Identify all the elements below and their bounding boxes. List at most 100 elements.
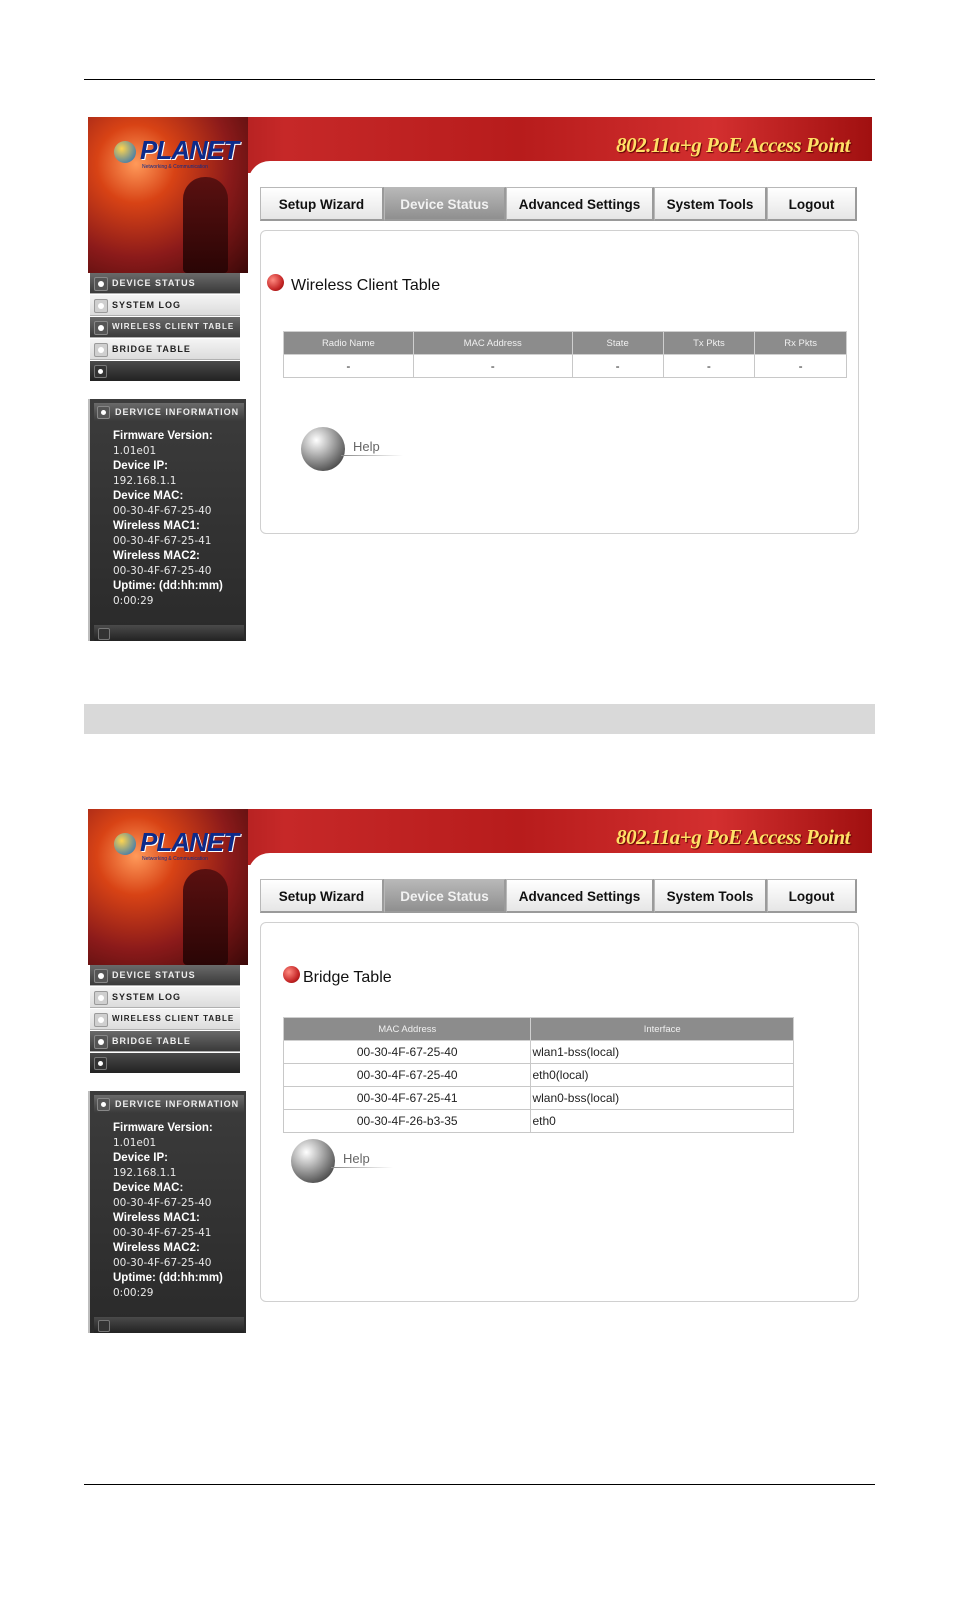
wireless-mac2-label: Wireless MAC2: [113, 550, 200, 562]
uptime-label: Uptime: (dd:hh:mm) [113, 580, 223, 592]
logo-name: PLANET [140, 827, 239, 857]
column-header: Interface [530, 1017, 794, 1041]
sidebar-item-device-status[interactable]: Device Status [90, 273, 240, 294]
firmware-version-value: 1.01e01 [113, 445, 157, 457]
globe-icon [114, 833, 136, 855]
wireless-mac2-value: 00-30-4F-67-25-40 [113, 565, 212, 577]
device-mac-value: 00-30-4F-67-25-40 [113, 505, 212, 517]
sidebar-item-bridge-table[interactable]: Bridge Table [90, 339, 240, 360]
bullet-icon [94, 343, 108, 357]
table-cell: 00-30-4F-67-25-40 [282, 1063, 532, 1087]
tab-advanced-settings[interactable]: Advanced Settings [506, 187, 654, 221]
device-mac-value: 00-30-4F-67-25-40 [113, 1197, 212, 1209]
device-information-body: Firmware Version: 1.01e01 Device IP: 192… [113, 429, 223, 609]
bullet-icon [94, 1057, 107, 1070]
globe-icon [114, 141, 136, 163]
help-ball-icon [291, 1139, 335, 1183]
device-information-header: Dervice Information [94, 403, 244, 421]
section-heading-bar [84, 704, 875, 734]
bullet-icon [94, 991, 108, 1005]
sidebar-item-device-status[interactable]: Device Status [90, 965, 240, 986]
planet-logo: PLANET Networking & Communication [110, 133, 239, 173]
person-image [183, 177, 228, 273]
bullet-icon [94, 1013, 108, 1027]
table-cell: - [754, 354, 847, 378]
sidebar-item-system-log[interactable]: System Log [90, 295, 240, 316]
wireless-mac1-value: 00-30-4F-67-25-41 [113, 535, 212, 547]
device-information-panel: Dervice Information Firmware Version: 1.… [88, 399, 246, 641]
firmware-version-value: 1.01e01 [113, 1137, 157, 1149]
table-cell: wlan1-bss(local) [530, 1040, 794, 1064]
product-title: 802.11a+g PoE Access Point [616, 133, 850, 157]
device-ip-value: 192.168.1.1 [113, 1167, 177, 1179]
column-header: MAC Address [282, 1017, 532, 1041]
table-row: - - - - - [283, 354, 847, 378]
table-cell: - [283, 354, 414, 378]
help-label: Help [353, 439, 380, 454]
sidebar-item-label: Bridge Table [112, 344, 191, 354]
table-row: 00-30-4F-26-b3-35 eth0 [282, 1109, 794, 1133]
tab-advanced-settings[interactable]: Advanced Settings [506, 879, 654, 913]
help-underline [331, 1167, 393, 1168]
device-information-footer [94, 1317, 244, 1333]
device-information-footer [94, 625, 244, 641]
tab-setup-wizard[interactable]: Setup Wizard [260, 879, 384, 913]
help-label: Help [343, 1151, 370, 1166]
table-cell: - [412, 354, 573, 378]
table-row: 00-30-4F-67-25-41 wlan0-bss(local) [282, 1086, 794, 1110]
table-header-row: MAC Address Interface [282, 1017, 794, 1041]
column-header: Rx Pkts [754, 331, 847, 355]
sidebar-item-label: Device Status [112, 278, 196, 288]
column-header: Tx Pkts [662, 331, 756, 355]
table-cell: eth0 [530, 1109, 794, 1133]
sidebar-item-wireless-client-table[interactable]: Wireless Client Table [90, 1009, 240, 1030]
bottom-rule [84, 1484, 875, 1485]
tab-logout[interactable]: Logout [767, 187, 857, 221]
help-button[interactable]: Help [301, 425, 411, 475]
page-title-text: Wireless Client Table [291, 277, 441, 294]
tab-device-status[interactable]: Device Status [384, 187, 506, 221]
sidebar-item-wireless-client-table[interactable]: Wireless Client Table [90, 317, 240, 338]
sidebar-item-bridge-table[interactable]: Bridge Table [90, 1031, 240, 1052]
device-mac-label: Device MAC: [113, 490, 184, 502]
bullet-icon [98, 628, 110, 640]
table-cell: eth0(local) [530, 1063, 794, 1087]
device-information-header: Dervice Information [94, 1095, 244, 1113]
help-button[interactable]: Help [291, 1137, 401, 1187]
red-bullet-icon [267, 274, 284, 291]
screenshot-bridge-table: 802.11a+g PoE Access Point PLANET Networ… [88, 809, 872, 1337]
tab-system-tools[interactable]: System Tools [654, 879, 767, 913]
logo-name: PLANET [140, 135, 239, 165]
tab-setup-wizard[interactable]: Setup Wizard [260, 187, 384, 221]
uptime-label: Uptime: (dd:hh:mm) [113, 1272, 223, 1284]
wireless-mac2-label: Wireless MAC2: [113, 1242, 200, 1254]
bullet-icon [94, 969, 108, 983]
device-information-panel: Dervice Information Firmware Version: 1.… [88, 1091, 246, 1333]
wireless-mac2-value: 00-30-4F-67-25-40 [113, 1257, 212, 1269]
device-ip-value: 192.168.1.1 [113, 475, 177, 487]
sidebar-item-label: Device Status [112, 970, 196, 980]
content-panel: Wireless Client Table Radio Name MAC Add… [260, 230, 859, 534]
bullet-icon [94, 299, 108, 313]
help-underline [341, 455, 403, 456]
screenshot-wireless-client-table: 802.11a+g PoE Access Point PLANET Networ… [88, 117, 872, 645]
table-row: 00-30-4F-67-25-40 eth0(local) [282, 1063, 794, 1087]
tab-system-tools[interactable]: System Tools [654, 187, 767, 221]
table-cell: 00-30-4F-67-25-40 [282, 1040, 532, 1064]
tab-logout[interactable]: Logout [767, 879, 857, 913]
sidebar-item-system-log[interactable]: System Log [90, 987, 240, 1008]
table-cell: wlan0-bss(local) [530, 1086, 794, 1110]
red-bullet-icon [283, 966, 300, 983]
sidebar-item-label: Wireless Client Table [112, 322, 235, 331]
sidebar-item-label: Wireless Client Table [112, 1014, 235, 1023]
bullet-icon [98, 1320, 110, 1332]
wireless-mac1-label: Wireless MAC1: [113, 1212, 200, 1224]
tab-device-status[interactable]: Device Status [384, 879, 506, 913]
header-photo: PLANET Networking & Communication [88, 809, 248, 965]
bullet-icon [94, 1035, 108, 1049]
device-information-title: Dervice Information [115, 407, 240, 417]
table-header-row: Radio Name MAC Address State Tx Pkts Rx … [283, 331, 847, 355]
column-header: MAC Address [412, 331, 573, 355]
column-header: State [571, 331, 664, 355]
table-row: 00-30-4F-67-25-40 wlan1-bss(local) [282, 1040, 794, 1064]
